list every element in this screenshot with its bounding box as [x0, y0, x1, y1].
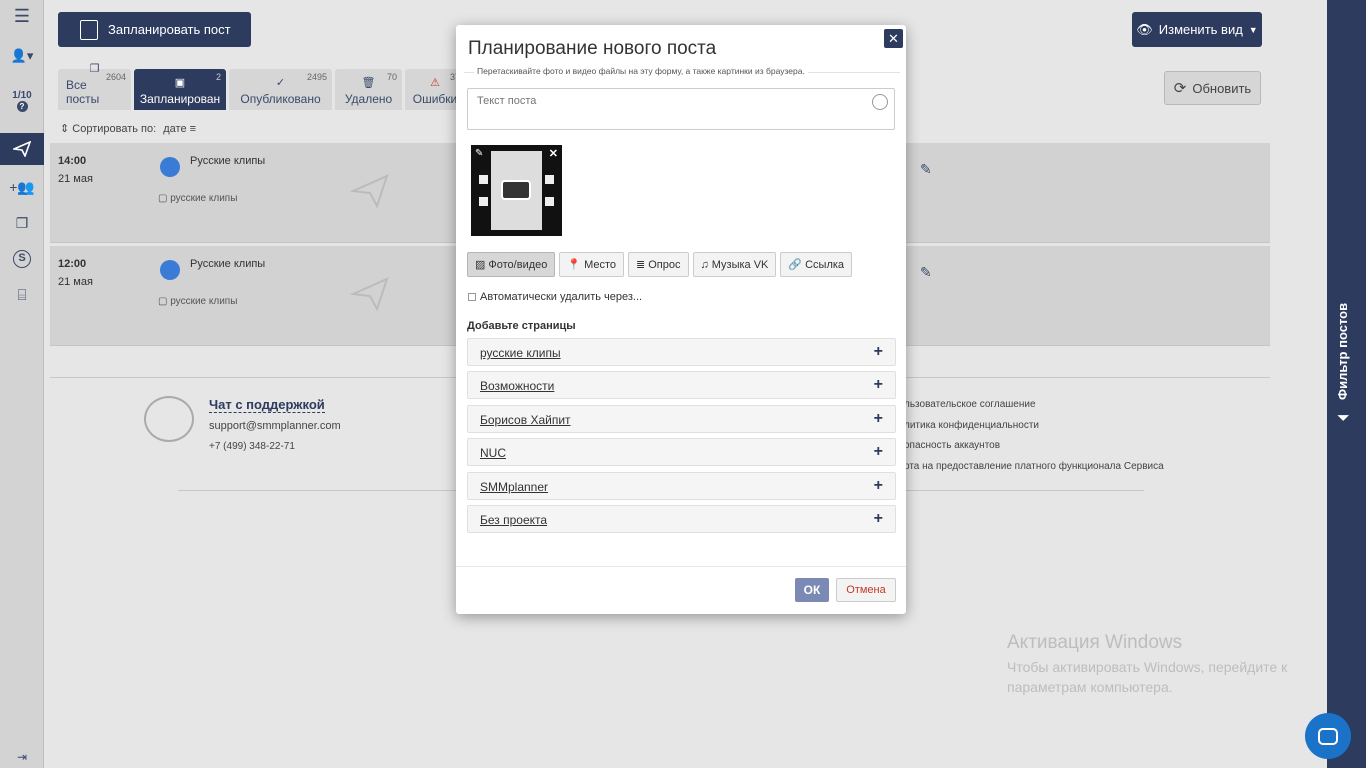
media-buttons: ▨ Фото/видео 📍 Место ≣ Опрос ♫ Музыка VK…	[467, 252, 853, 277]
modal-title: Планирование нового поста	[468, 38, 717, 59]
photo-video-button[interactable]: ▨ Фото/видео	[467, 252, 556, 277]
link-button[interactable]: 🔗 Ссылка	[780, 252, 853, 277]
chat-widget-button[interactable]	[1305, 713, 1351, 759]
drop-hint: Перетаскивайте фото и видео файлы на эту…	[474, 66, 808, 76]
play-icon	[501, 180, 531, 200]
plus-icon[interactable]: +	[874, 477, 883, 495]
poll-button[interactable]: ≣ Опрос	[628, 252, 689, 277]
page-item[interactable]: NUC +	[467, 438, 896, 466]
map-pin-icon: 📍	[567, 259, 582, 271]
close-icon[interactable]: ✕	[884, 29, 903, 48]
link-label: Ссылка	[805, 258, 845, 271]
music-note-icon: ♫	[700, 258, 709, 271]
page-label[interactable]: NUC	[480, 446, 506, 460]
poll-label: Опрос	[648, 258, 681, 271]
plus-icon[interactable]: +	[874, 510, 883, 528]
page-item[interactable]: SMMplanner +	[467, 472, 896, 500]
film-hole	[545, 175, 554, 184]
modal-footer-divider	[456, 566, 906, 567]
music-vk-button[interactable]: ♫ Музыка VK	[692, 252, 777, 277]
location-button[interactable]: 📍 Место	[559, 252, 625, 277]
page-label[interactable]: SMMplanner	[480, 480, 548, 494]
plus-icon[interactable]: +	[874, 443, 883, 461]
post-text-input[interactable]	[467, 88, 895, 130]
ok-button[interactable]: ОК	[795, 578, 829, 602]
filter-label-text: Фильтр постов	[1335, 302, 1350, 400]
film-hole	[479, 175, 488, 184]
list-icon: ≣	[636, 259, 646, 271]
remove-media-icon[interactable]: ✕	[549, 147, 558, 160]
page-item[interactable]: Возможности +	[467, 371, 896, 399]
page-label[interactable]: Без проекта	[480, 513, 547, 527]
page-item[interactable]: Без проекта +	[467, 505, 896, 533]
image-icon: ▨	[475, 259, 486, 271]
checkbox-box[interactable]	[468, 293, 476, 301]
emoji-icon[interactable]	[872, 94, 888, 110]
film-hole	[545, 197, 554, 206]
chat-icon	[1318, 727, 1338, 745]
media-thumbnail[interactable]: ✎ ✕	[471, 145, 562, 236]
photo-video-label: Фото/видео	[488, 258, 548, 271]
auto-delete-checkbox[interactable]: Автоматически удалить через...	[468, 291, 642, 303]
new-post-modal: Планирование нового поста ✕ Перетаскивай…	[456, 25, 906, 614]
plus-icon[interactable]: +	[874, 410, 883, 428]
auto-delete-label: Автоматически удалить через...	[480, 291, 643, 303]
pages-title: Добавьте страницы	[467, 320, 576, 332]
filter-icon[interactable]: ⏷	[1337, 410, 1350, 428]
page-label[interactable]: Борисов Хайпит	[480, 413, 571, 427]
cancel-button[interactable]: Отмена	[836, 578, 896, 602]
page-item[interactable]: Борисов Хайпит +	[467, 405, 896, 433]
pencil-icon[interactable]: ✎	[475, 148, 483, 159]
link-icon: 🔗	[788, 259, 803, 271]
plus-icon[interactable]: +	[874, 343, 883, 361]
film-hole	[479, 197, 488, 206]
music-vk-label: Музыка VK	[711, 258, 769, 271]
filter-label[interactable]: Фильтр постов	[1335, 303, 1350, 400]
page-label[interactable]: русские клипы	[480, 346, 561, 360]
page-label[interactable]: Возможности	[480, 379, 554, 393]
page-item[interactable]: русские клипы +	[467, 338, 896, 366]
windows-activation-title: Активация Windows	[1007, 632, 1183, 653]
plus-icon[interactable]: +	[874, 376, 883, 394]
location-label: Место	[584, 258, 617, 271]
windows-activation-text: Чтобы активировать Windows, перейдите к …	[1007, 659, 1288, 695]
